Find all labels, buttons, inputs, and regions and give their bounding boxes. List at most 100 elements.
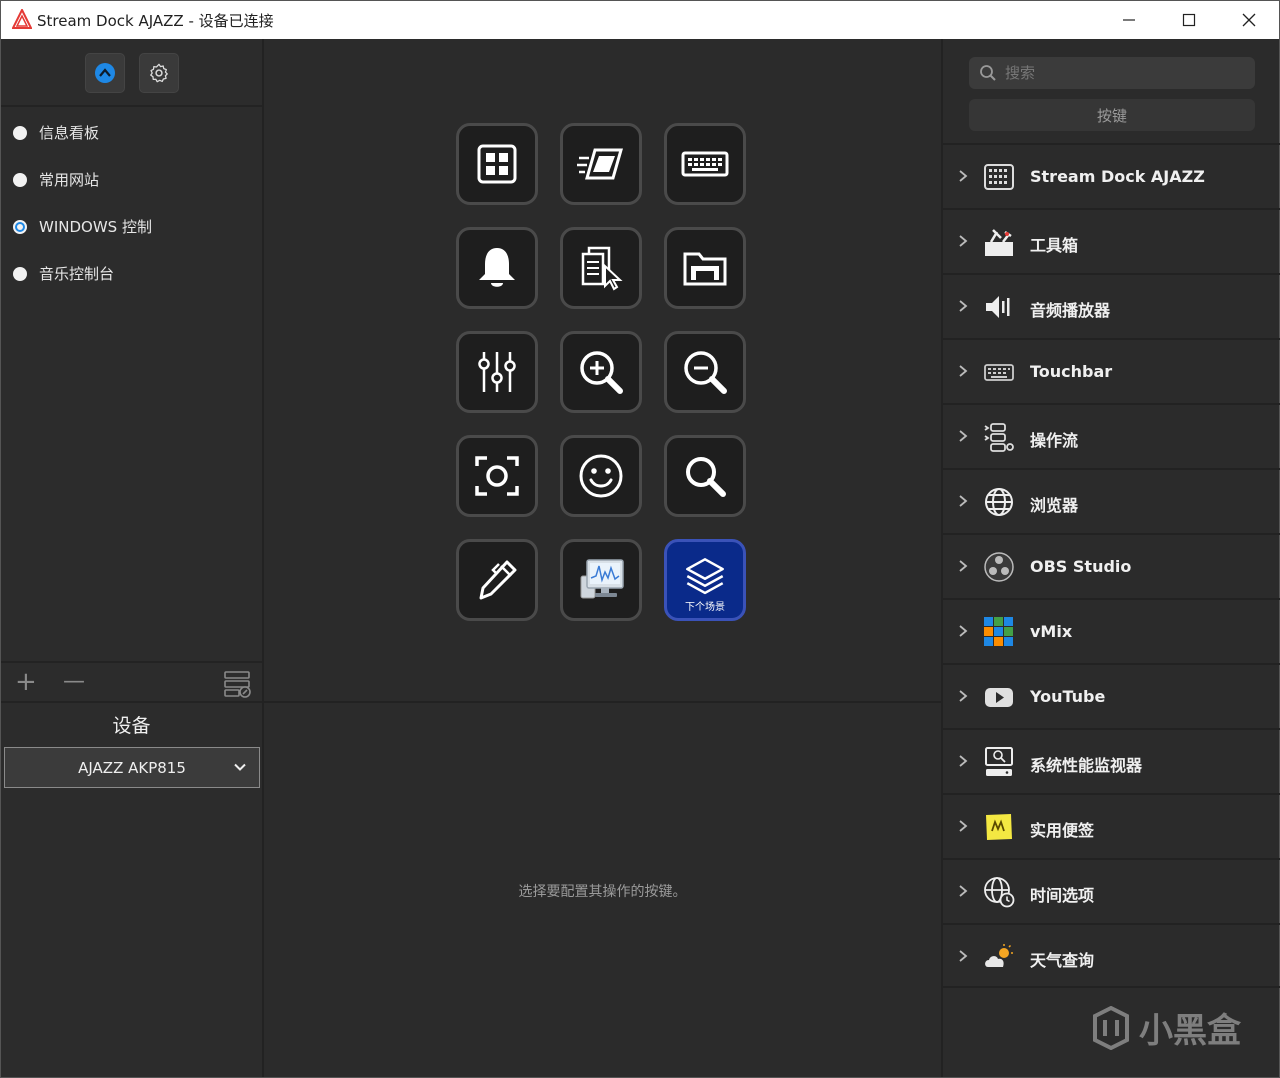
radio-button[interactable] — [13, 266, 27, 281]
profile-item[interactable]: 信息看板 — [1, 109, 262, 156]
category-label: 浏览器 — [1030, 496, 1079, 515]
key-slot[interactable] — [456, 123, 538, 205]
watermark: 小黑盒 — [1089, 1003, 1241, 1052]
add-profile-button[interactable]: + — [15, 669, 37, 695]
settings-button[interactable] — [139, 53, 179, 93]
key-slot[interactable] — [560, 123, 642, 205]
category-label: 天气查询 — [1030, 951, 1095, 970]
category-item[interactable]: Touchbar — [943, 338, 1280, 403]
key-editor-area: 下个场景 选择要配置其操作的按键。 — [264, 39, 941, 1077]
profile-toolbar: + — — [1, 661, 262, 703]
chevron-down-icon — [234, 763, 246, 771]
minimize-button[interactable] — [1099, 1, 1159, 39]
device-select[interactable]: AJAZZ AKP815 — [4, 747, 260, 788]
profile-list: 信息看板 常用网站 WINDOWS 控制 音乐控制台 — [1, 109, 262, 297]
category-label: 工具箱 — [1030, 236, 1079, 255]
category-label: Touchbar — [1030, 362, 1113, 381]
device-heading: 设备 — [112, 715, 151, 737]
key-slot[interactable] — [456, 539, 538, 621]
screenshot-icon — [475, 456, 519, 496]
speaker-icon — [983, 291, 1015, 323]
category-item[interactable]: 时间选项 — [943, 858, 1280, 923]
chevron-right-icon — [959, 170, 968, 182]
category-item[interactable]: 天气查询 — [943, 923, 1280, 988]
workflow-icon — [983, 421, 1015, 453]
left-toolbar — [1, 39, 262, 107]
layers-icon — [686, 557, 724, 594]
toolbox-icon — [983, 226, 1015, 258]
category-label: YouTube — [1030, 687, 1106, 706]
maximize-icon — [1182, 13, 1196, 27]
close-button[interactable] — [1219, 1, 1279, 39]
search-box[interactable] — [969, 57, 1255, 89]
radio-button-selected[interactable] — [13, 219, 27, 234]
home-button[interactable] — [85, 53, 125, 93]
keys-filter-button[interactable]: 按键 — [969, 99, 1255, 131]
folder-icon — [683, 252, 727, 286]
zoom-in-icon — [580, 351, 623, 394]
profile-label: 信息看板 — [39, 124, 100, 142]
key-slot[interactable] — [456, 227, 538, 309]
app-logo-icon — [12, 9, 32, 29]
key-slot-active[interactable]: 下个场景 — [664, 539, 746, 621]
radio-button[interactable] — [13, 172, 27, 187]
monitor-chart-icon — [580, 559, 624, 599]
key-slot[interactable] — [560, 227, 642, 309]
profile-item[interactable]: 常用网站 — [1, 156, 262, 203]
category-label: 系统性能监视器 — [1030, 756, 1143, 775]
key-slot[interactable] — [456, 331, 538, 413]
chevron-right-icon — [959, 560, 968, 572]
category-item[interactable]: OBS Studio — [943, 533, 1280, 598]
system-monitor-icon — [983, 746, 1015, 778]
key-slot[interactable] — [664, 123, 746, 205]
category-label: 音频播放器 — [1030, 301, 1111, 320]
profile-item[interactable]: 音乐控制台 — [1, 250, 262, 297]
remove-profile-button[interactable]: — — [63, 669, 85, 695]
title-bar: Stream Dock AJAZZ - 设备已连接 — [1, 1, 1279, 39]
smiley-icon — [579, 454, 623, 498]
bell-icon — [479, 248, 515, 287]
key-slot[interactable] — [664, 331, 746, 413]
chevron-right-icon — [959, 235, 968, 247]
device-select-value: AJAZZ AKP815 — [78, 758, 186, 777]
weather-icon — [983, 941, 1015, 973]
search-input[interactable] — [1005, 64, 1245, 82]
key-slot[interactable] — [456, 435, 538, 517]
youtube-icon — [983, 681, 1015, 713]
divider — [264, 701, 941, 703]
category-item[interactable]: YouTube — [943, 663, 1280, 728]
category-item[interactable]: 系统性能监视器 — [943, 728, 1280, 793]
sticky-note-icon — [983, 811, 1015, 843]
category-item[interactable]: Stream Dock AJAZZ — [943, 143, 1280, 208]
chevron-right-icon — [959, 365, 968, 377]
category-item[interactable]: 实用便签 — [943, 793, 1280, 858]
key-slot[interactable] — [664, 227, 746, 309]
key-slot[interactable] — [560, 331, 642, 413]
category-item[interactable]: 操作流 — [943, 403, 1280, 468]
radio-button[interactable] — [13, 125, 27, 140]
key-slot[interactable] — [560, 435, 642, 517]
gear-icon — [150, 63, 168, 83]
category-item[interactable]: vMix — [943, 598, 1280, 663]
world-clock-icon — [983, 876, 1015, 908]
empty-state-hint: 选择要配置其操作的按键。 — [518, 884, 687, 900]
category-item[interactable]: 浏览器 — [943, 468, 1280, 533]
category-item[interactable]: 工具箱 — [943, 208, 1280, 273]
category-label: Stream Dock AJAZZ — [1030, 167, 1205, 186]
profile-item-selected[interactable]: WINDOWS 控制 — [1, 203, 262, 250]
chevron-right-icon — [959, 625, 968, 637]
maximize-button[interactable] — [1159, 1, 1219, 39]
vmix-icon — [983, 616, 1015, 648]
watermark-logo-icon — [1093, 1005, 1129, 1050]
search-icon — [980, 65, 996, 81]
key-slot[interactable] — [560, 539, 642, 621]
profile-store-icon[interactable] — [223, 669, 253, 699]
chevron-right-icon — [959, 885, 968, 897]
profile-label: 常用网站 — [39, 171, 100, 189]
key-slot[interactable] — [664, 435, 746, 517]
close-icon — [1242, 13, 1256, 27]
category-item[interactable]: 音频播放器 — [943, 273, 1280, 338]
app-badge-icon — [95, 63, 115, 83]
left-panel: 信息看板 常用网站 WINDOWS 控制 音乐控制台 + — 设备 AJAZZ … — [1, 39, 264, 1077]
minimize-icon — [1123, 19, 1135, 21]
